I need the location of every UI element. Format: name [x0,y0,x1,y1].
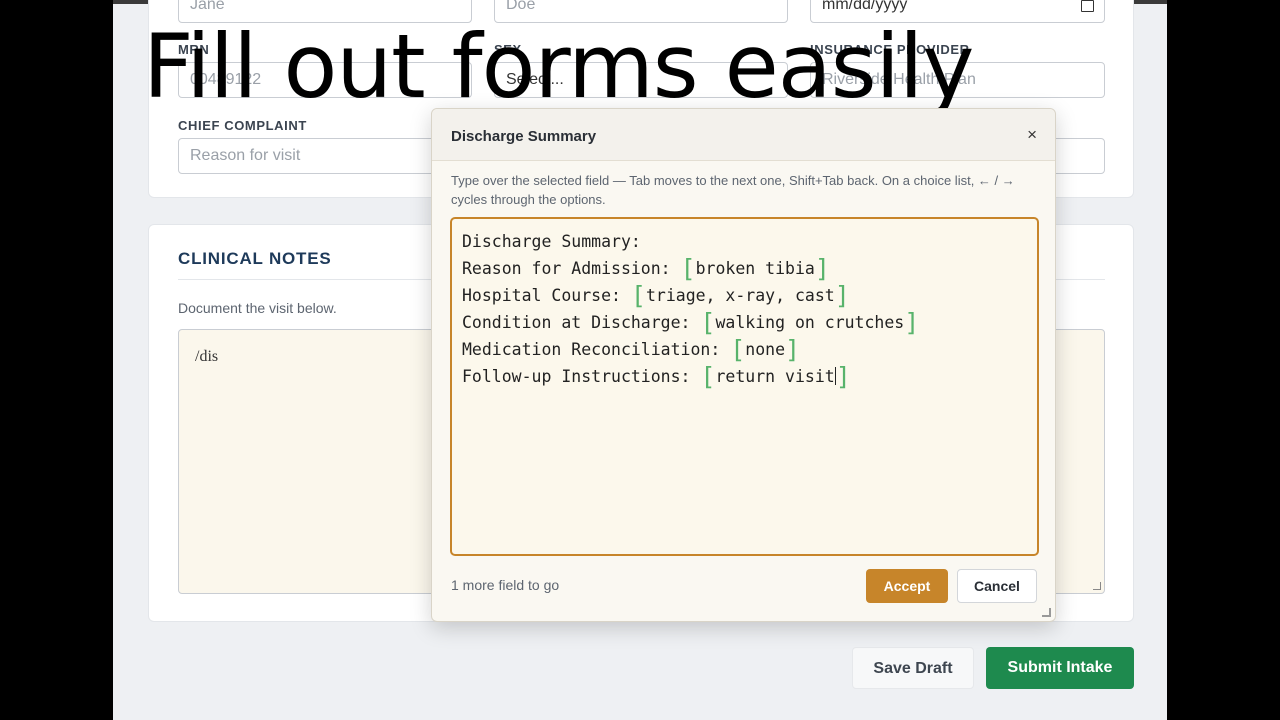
clinical-notes-text: /dis [195,348,219,365]
field-label: Hospital Course: [462,286,631,305]
editor-fields: Reason for Admission: [broken tibia] Hosp… [462,256,1027,393]
slot-open-bracket: [ [630,281,646,310]
slot-open-bracket: [ [730,335,746,364]
remaining-fields-status: 1 more field to go [451,577,560,593]
clinical-notes-help: Document the visit below. [178,300,337,316]
slot-open-bracket: [ [700,362,716,391]
dialog-instructions: Type over the selected field — Tab moves… [451,173,1015,207]
dialog-title: Discharge Summary [451,128,597,145]
dialog-resize-grip[interactable] [1042,608,1051,617]
clinical-notes-title: CLINICAL NOTES [178,249,332,268]
editor-field-line: Medication Reconciliation: [none] [462,337,1027,366]
slot-close-bracket: ] [835,362,851,391]
chief-complaint-label: CHIEF COMPLAINT [178,118,307,133]
editor-heading: Discharge Summary: [462,232,641,251]
cancel-button[interactable]: Cancel [957,569,1037,603]
overlay-caption: Fill out forms easily [143,15,975,118]
close-icon[interactable]: × [1027,125,1037,145]
submit-intake-button[interactable]: Submit Intake [986,647,1134,689]
field-label: Condition at Discharge: [462,313,701,332]
field-value[interactable]: triage, x-ray, cast [646,286,835,305]
template-editor[interactable]: Discharge Summary: Reason for Admission:… [450,217,1039,556]
date-placeholder: mm/dd/yyyy [822,0,908,13]
slot-close-bracket: ] [904,308,920,337]
slot-close-bracket: ] [785,335,801,364]
editor-field-line: Reason for Admission: [broken tibia] [462,256,1027,285]
editor-field-line: Hospital Course: [triage, x-ray, cast] [462,283,1027,312]
field-label: Follow-up Instructions: [462,367,701,386]
discharge-summary-dialog: Discharge Summary × Type over the select… [431,108,1056,622]
calendar-icon[interactable] [1081,0,1094,12]
editor-field-line: Follow-up Instructions: [return visit] [462,364,1027,393]
field-value[interactable]: return visit [715,367,834,386]
save-draft-button[interactable]: Save Draft [852,647,974,689]
field-value[interactable]: walking on crutches [715,313,904,332]
dialog-header: Discharge Summary × [432,109,1055,161]
field-value[interactable]: broken tibia [696,259,815,278]
accept-button[interactable]: Accept [866,569,948,603]
textarea-resize-handle[interactable] [1093,582,1101,590]
slot-open-bracket: [ [700,308,716,337]
field-label: Reason for Admission: [462,259,681,278]
slot-open-bracket: [ [680,254,696,283]
field-label: Medication Reconciliation: [462,340,731,359]
slot-close-bracket: ] [814,254,830,283]
field-value[interactable]: none [745,340,785,359]
slot-close-bracket: ] [834,281,850,310]
